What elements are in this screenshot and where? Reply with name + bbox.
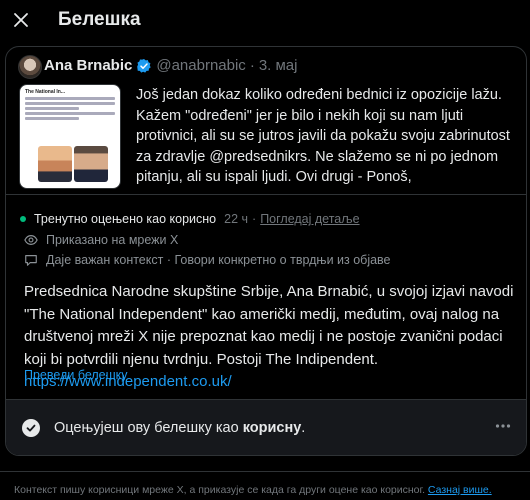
author-handle: @anabrnabic	[156, 57, 246, 74]
close-button[interactable]	[10, 9, 32, 31]
quoted-post[interactable]: Ana Brnabic @anabrnabic · 3. мај The Nat…	[6, 47, 526, 194]
shown-on-text: Приказано на мрежи X	[46, 233, 179, 247]
check-circle-icon	[22, 419, 40, 437]
note-time: 22 ч	[224, 212, 249, 226]
rating-text: Оцењујеш ову белешку као корисну.	[54, 420, 305, 436]
close-icon	[14, 13, 28, 27]
media-photo	[38, 146, 108, 182]
rating-value: корисну	[242, 420, 302, 436]
divider	[6, 194, 526, 195]
context-text: Даје важан контекст · Говори конкретно о…	[46, 253, 391, 267]
context-row: Даје важан контекст · Говори конкретно о…	[24, 253, 391, 267]
status-dot-icon	[20, 216, 26, 222]
translate-note-link[interactable]: Преведи белешку	[24, 368, 128, 382]
more-dots-icon	[495, 424, 511, 428]
avatar[interactable]	[18, 55, 42, 79]
eye-icon	[24, 233, 38, 247]
more-options-button[interactable]	[494, 417, 512, 440]
post-media-thumbnail[interactable]: The National In...	[19, 84, 121, 189]
verified-badge-icon	[136, 58, 152, 74]
footer-text: Контекст пишу корисници мреже X, а прика…	[14, 484, 428, 496]
rating-suffix: .	[301, 420, 306, 436]
note-status: Тренутно оцењено као корисно	[34, 212, 217, 226]
author-name[interactable]: Ana Brnabic	[44, 57, 132, 74]
speech-bubble-icon	[24, 253, 38, 267]
page-title: Белешка	[58, 9, 141, 30]
note-text: Predsednica Narodne skupštine Srbije, An…	[24, 283, 514, 368]
post-date[interactable]: 3. мај	[259, 57, 298, 74]
divider	[0, 471, 530, 472]
media-header-text: The National In...	[25, 89, 66, 95]
top-bar: Белешка	[0, 0, 530, 40]
status-separator: ·	[252, 212, 257, 226]
shown-on-row: Приказано на мрежи X	[24, 233, 178, 247]
learn-more-link[interactable]: Сазнај више.	[428, 484, 492, 496]
note-card: Ana Brnabic @anabrnabic · 3. мај The Nat…	[5, 46, 527, 456]
rating-prefix: Оцењујеш ову белешку као	[54, 420, 243, 436]
view-details-link[interactable]: Погледај детаље	[260, 212, 359, 226]
rating-bar: Оцењујеш ову белешку као корисну.	[6, 399, 526, 455]
author-row: Ana Brnabic @anabrnabic · 3. мај	[44, 57, 297, 74]
separator-dot: ·	[249, 57, 255, 74]
footer: Контекст пишу корисници мреже X, а прика…	[14, 484, 492, 496]
note-status-row: Тренутно оцењено као корисно 22 ч · Погл…	[20, 212, 360, 226]
post-text: Još jedan dokaz koliko određeni bednici …	[136, 87, 510, 185]
